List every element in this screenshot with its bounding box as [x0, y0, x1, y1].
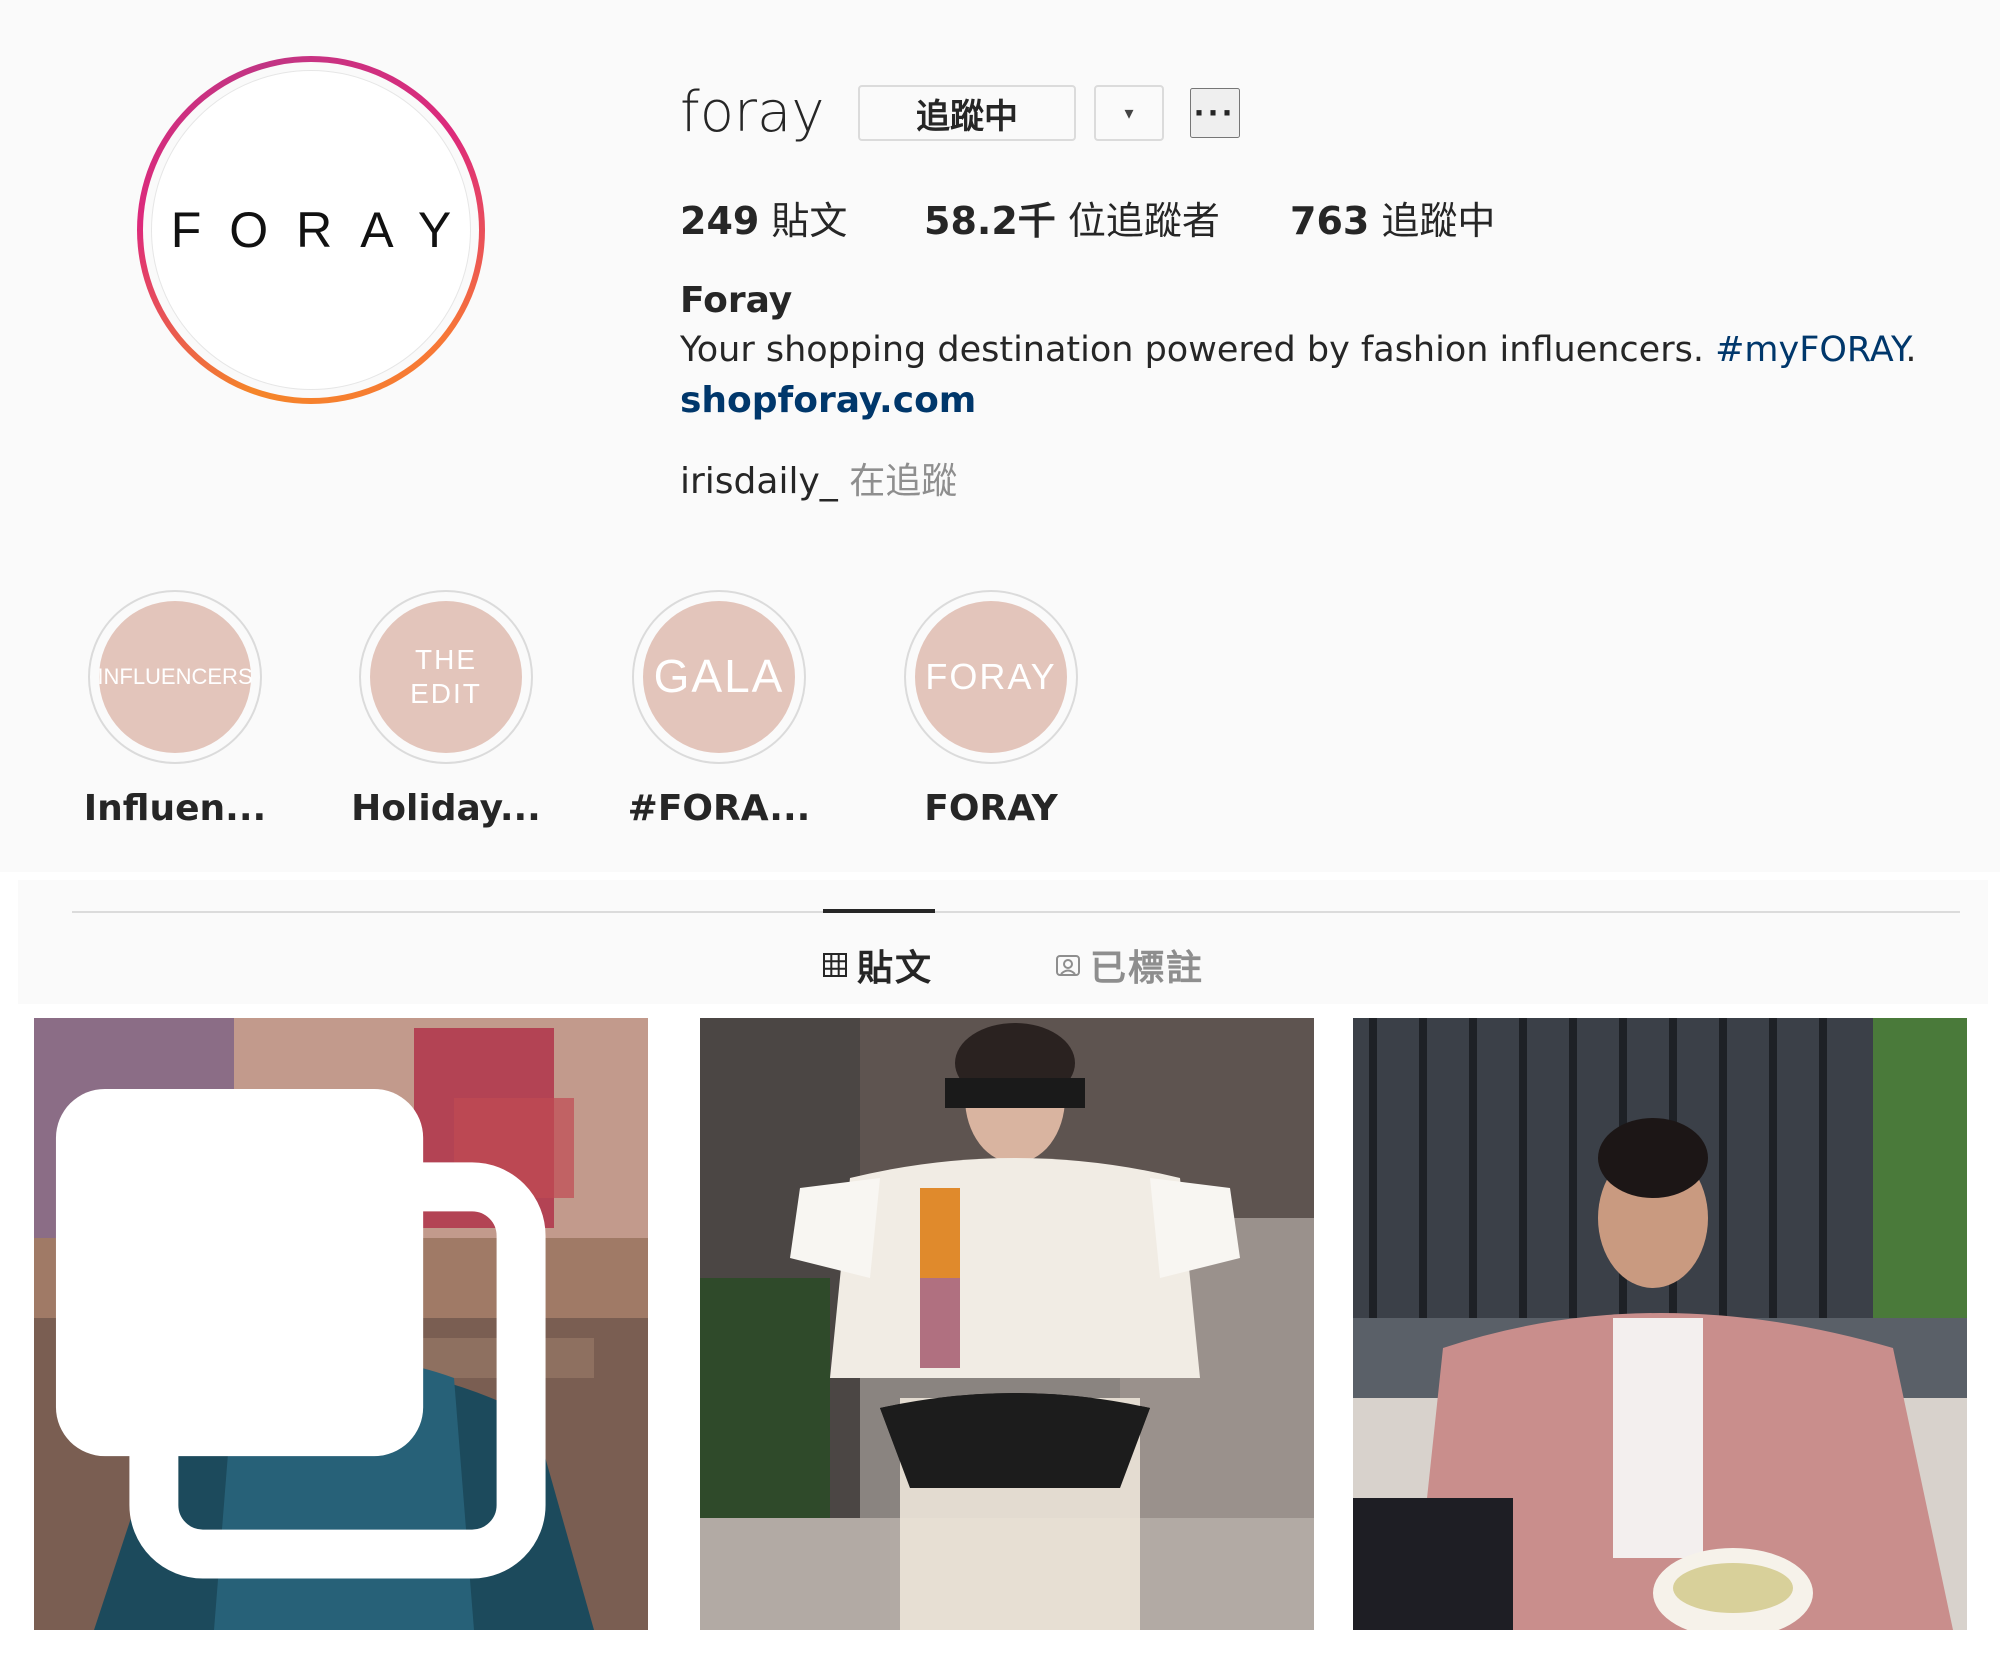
posts-label: 貼文: [759, 199, 848, 243]
followers-count: 58.2千: [924, 199, 1056, 243]
posts-count: 249: [680, 199, 760, 243]
tab-tagged[interactable]: 已標註: [1056, 940, 1204, 990]
post-thumbnail[interactable]: [700, 1018, 1314, 1630]
highlight-cover-text: INFLUENCERS: [97, 663, 253, 689]
grid-icon: [823, 953, 847, 977]
posts-stat: 249 貼文: [680, 190, 847, 245]
avatar-logo-text: FORAY: [170, 202, 480, 258]
bio-description: Your shopping destination powered by fas…: [680, 330, 1716, 370]
followers-stat[interactable]: 58.2千 位追蹤者: [924, 190, 1220, 245]
followers-label: 位追蹤者: [1055, 199, 1220, 243]
highlight-cover-text: FORAY: [925, 656, 1057, 698]
following-count: 763: [1290, 199, 1370, 243]
following-stat[interactable]: 763 追蹤中: [1290, 190, 1495, 245]
bio-name: Foray: [680, 280, 793, 321]
post-thumbnail[interactable]: [1353, 1018, 1967, 1630]
tagged-icon: [1056, 955, 1080, 976]
bio-hashtag-link[interactable]: #myFORAY: [1715, 330, 1905, 370]
suggestions-dropdown-button[interactable]: ▾: [1094, 85, 1164, 141]
post-image: [1353, 1018, 1967, 1630]
highlight-holiday[interactable]: THE EDIT Holiday...: [351, 590, 541, 840]
active-tab-indicator: [823, 909, 935, 913]
multiple-images-icon: [55, 1088, 546, 1579]
highlight-cover: THE EDIT: [370, 601, 522, 753]
chevron-down-icon: ▾: [1124, 102, 1134, 123]
profile-username: foray: [680, 80, 825, 145]
highlight-label: Holiday...: [351, 788, 541, 829]
highlight-cover: FORAY: [915, 601, 1067, 753]
story-ring[interactable]: FORAY: [137, 56, 485, 404]
highlight-foray[interactable]: FORAY FORAY: [896, 590, 1086, 840]
highlight-gala[interactable]: GALA #FORA...: [624, 590, 814, 840]
bio-text: Your shopping destination powered by fas…: [680, 330, 1916, 370]
highlight-cover-text: GALA: [653, 650, 785, 703]
highlight-label: Influen...: [83, 788, 267, 829]
highlight-label: #FORA...: [627, 788, 811, 829]
post-image: [700, 1018, 1314, 1630]
highlight-label: FORAY: [924, 788, 1058, 829]
tab-posts[interactable]: 貼文: [823, 940, 933, 990]
more-options-button[interactable]: ···: [1190, 88, 1240, 138]
followed-by-user[interactable]: irisdaily_: [680, 461, 838, 502]
highlight-cover-text: THE EDIT: [410, 644, 482, 709]
followed-by-label: 在追蹤: [837, 461, 958, 502]
following-button[interactable]: 追蹤中: [858, 85, 1076, 141]
highlight-influencers[interactable]: INFLUENCERS Influen...: [80, 590, 270, 840]
avatar[interactable]: FORAY: [151, 70, 471, 390]
website-link[interactable]: shopforay.com: [680, 380, 976, 421]
followed-by[interactable]: irisdaily_ 在追蹤: [680, 452, 957, 504]
tab-label: 已標註: [1090, 948, 1205, 989]
highlight-cover: INFLUENCERS: [97, 601, 253, 753]
bio-text-end: .: [1905, 330, 1917, 370]
post-thumbnail[interactable]: [34, 1018, 648, 1630]
profile-header: FORAY foray 追蹤中 ▾ ··· 249 貼文 58.2千 位追蹤者 …: [0, 0, 2000, 872]
tabs-divider: [72, 911, 1960, 913]
highlight-cover: GALA: [643, 601, 795, 753]
following-label: 追蹤中: [1369, 199, 1496, 243]
more-icon: ···: [1194, 92, 1236, 133]
tab-label: 貼文: [857, 948, 934, 989]
profile-tabs-bar: [18, 880, 1988, 1004]
